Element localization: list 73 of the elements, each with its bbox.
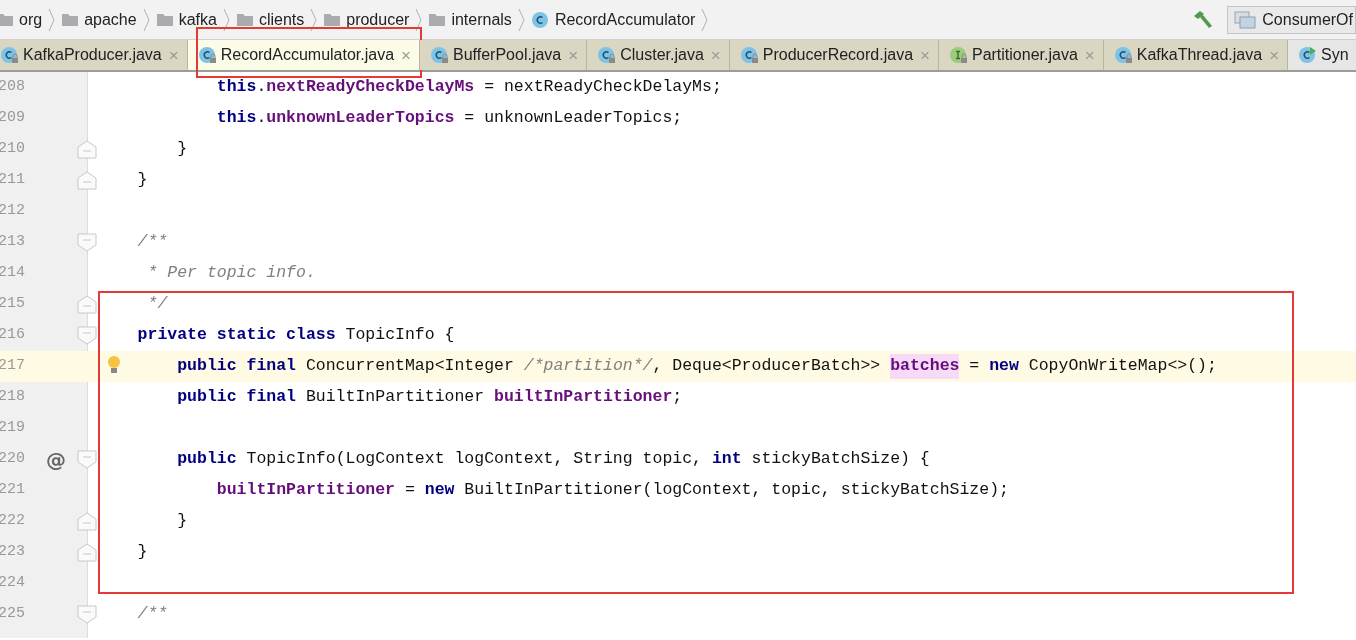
- code-token: new: [989, 355, 1019, 378]
- fold-icon[interactable]: [77, 295, 97, 314]
- breadcrumb-item[interactable]: clients: [258, 7, 305, 32]
- lightbulb-icon[interactable]: [106, 355, 122, 375]
- chevron-icon: [415, 7, 423, 32]
- code-token: /*partition*/: [523, 355, 653, 378]
- code-token: , Deque<ProducerBatch>>: [652, 355, 882, 378]
- code-token: = nextReadyCheckDelayMs;: [483, 76, 722, 99]
- code-token: */: [147, 293, 168, 316]
- code-token: this: [216, 76, 257, 99]
- code-token: private static class: [137, 324, 336, 347]
- fold-icon[interactable]: [77, 140, 97, 159]
- editor-tab[interactable]: BufferPool.java ×: [420, 40, 588, 70]
- editor-tab[interactable]: KafkaProducer.java ×: [0, 40, 188, 70]
- breadcrumb-item[interactable]: internals: [451, 7, 512, 32]
- code-token: int: [711, 448, 742, 471]
- code-token: batches: [890, 354, 960, 379]
- override-marker[interactable]: @: [46, 444, 66, 475]
- window-icon: [1234, 10, 1257, 29]
- code-token: builtInPartitioner: [494, 386, 673, 409]
- code-token: }: [137, 169, 148, 192]
- run-config-dropdown[interactable]: ConsumerOf: [1227, 5, 1356, 34]
- code-token: .: [256, 76, 267, 99]
- code-token: }: [137, 541, 148, 564]
- code-token: this: [216, 107, 257, 130]
- breadcrumb-item[interactable]: kafka: [178, 7, 217, 32]
- fold-icon[interactable]: [77, 171, 97, 190]
- code-token: TopicInfo {: [344, 324, 455, 347]
- fold-icon[interactable]: [77, 326, 97, 345]
- code-token: stickyBatchSize) {: [750, 448, 930, 471]
- chevron-icon: [310, 7, 318, 32]
- fold-icon[interactable]: [77, 233, 97, 252]
- code-token: TopicInfo(LogContext logContext, String topic,: [245, 448, 703, 471]
- fold-icon[interactable]: [77, 512, 97, 531]
- fold-icon[interactable]: [77, 605, 97, 624]
- code-token: * Per topic info.: [147, 262, 316, 285]
- chevron-icon: [701, 7, 709, 32]
- breadcrumb-item[interactable]: apache: [84, 7, 137, 32]
- code-token: nextReadyCheckDelayMs: [266, 76, 475, 99]
- breadcrumb-item[interactable]: RecordAccumulator: [554, 7, 696, 32]
- editor-tab[interactable]: KafkaThread.java ×: [1103, 40, 1289, 70]
- code-token: .: [256, 107, 267, 130]
- code-token: /**: [137, 231, 168, 254]
- chevron-icon: [517, 7, 525, 32]
- code-token: public final: [177, 386, 296, 409]
- code-token: BuiltInPartitioner: [304, 386, 486, 409]
- code-token: = unknownLeaderTopics;: [463, 107, 683, 130]
- code-token: public final: [177, 355, 296, 378]
- code-token: }: [177, 510, 188, 533]
- code-token: ;: [672, 386, 683, 409]
- fold-icon[interactable]: [77, 450, 97, 469]
- editor-tab[interactable]: RecordAccumulator.java ×: [187, 40, 421, 70]
- code-token: }: [177, 138, 188, 161]
- code-token: unknownLeaderTopics: [266, 107, 455, 130]
- editor-tab[interactable]: Syn: [1288, 40, 1356, 70]
- code-token: public: [177, 448, 237, 471]
- code-token: ConcurrentMap<Integer: [304, 355, 515, 378]
- breadcrumb-item[interactable]: producer: [346, 7, 410, 32]
- editor-tab[interactable]: Partitioner.java ×: [938, 40, 1104, 70]
- editor-tab[interactable]: Cluster.java ×: [587, 40, 730, 70]
- code-token: new: [424, 479, 455, 502]
- chevron-icon: [48, 7, 56, 32]
- code-token: /**: [137, 603, 168, 626]
- fold-icon[interactable]: [77, 543, 97, 562]
- code-token: =: [403, 479, 416, 502]
- code-token: builtInPartitioner: [216, 479, 396, 502]
- breadcrumb-item[interactable]: org: [19, 7, 43, 32]
- code-token: =: [968, 355, 981, 378]
- chevron-icon: [142, 7, 150, 32]
- code-token: CopyOnWriteMap<>();: [1027, 355, 1217, 378]
- editor-tab[interactable]: ProducerRecord.java ×: [729, 40, 939, 70]
- code-token: BuiltInPartitioner(logContext, topic, stickyBatchSize);: [463, 479, 1009, 502]
- chevron-icon: [222, 7, 230, 32]
